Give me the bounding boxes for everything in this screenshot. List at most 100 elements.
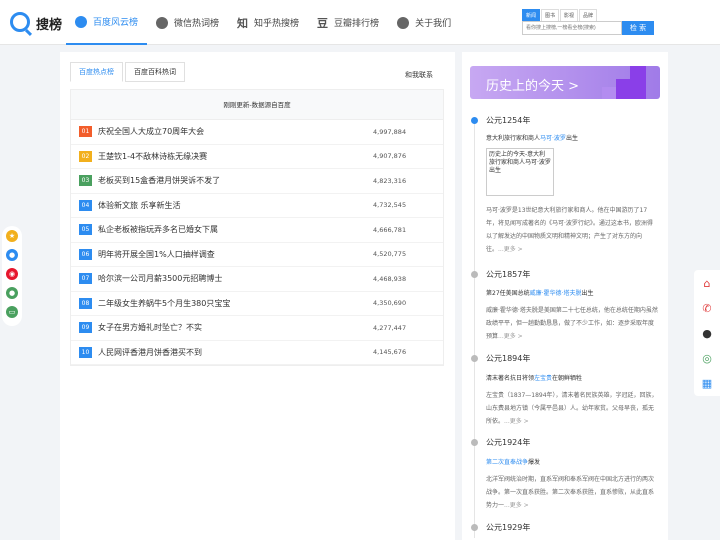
nav-item-about[interactable]: 关于我们 (388, 0, 460, 45)
tab-baike-hot[interactable]: 百度百科热词 (125, 62, 185, 82)
list-header: 刚刚更新-数据源自百度 (71, 90, 443, 120)
nav-item-label: 知乎热搜榜 (254, 19, 300, 29)
nav-item-baidu[interactable]: 百度风云榜 (66, 0, 148, 45)
item-title[interactable]: 哈尔滨一公司月薪3500元招聘博士 (98, 273, 373, 284)
wechat-icon (156, 16, 169, 29)
item-count: 4,823,316 (373, 176, 407, 185)
event-headline[interactable]: 第27任美国总统威廉·霍华德·塔夫脱出生 (486, 288, 661, 297)
douban-icon[interactable]: ▭ (6, 306, 18, 318)
event-year: 公元1857年 (486, 270, 531, 279)
weibo-icon[interactable]: ◉ (6, 268, 18, 280)
event-image[interactable]: 历史上的今天-意大利旅行家和商人马可·波罗出生 (486, 148, 554, 196)
item-title[interactable]: 女子在男方婚礼时坠亡？不实 (98, 322, 373, 333)
item-count: 4,145,676 (373, 348, 407, 357)
event-year: 公元1894年 (486, 354, 531, 363)
list-item[interactable]: 09 女子在男方婚礼时坠亡？不实 4,277,447 (71, 316, 443, 341)
event-headline[interactable]: 清末著名抗日将领左宝贵在朝鲜牺牲 (486, 373, 661, 382)
history-banner[interactable]: 历史上的今天 > (470, 66, 660, 99)
tab-baidu-hot[interactable]: 百度热点榜 (70, 62, 123, 82)
rank-badge: 06 (79, 248, 92, 260)
nav-item-douban[interactable]: 豆 豆瓣排行榜 (308, 0, 388, 45)
event-description: 马可·波罗是13世纪意大利旅行家和商人。他在中国游历了17年，将见闻写成著名的《… (486, 204, 658, 256)
rank-badge: 05 (79, 224, 92, 236)
rank-badge: 02 (79, 150, 92, 162)
headline-suffix: 出生 (565, 135, 578, 142)
list-item[interactable]: 10 人民网评香港月饼香港买不到 4,145,676 (71, 341, 443, 365)
rank-badge: 09 (79, 322, 92, 334)
contact-bar: ⌂ ✆ ● ◎ ▦ (694, 270, 720, 396)
nav-item-zhihu[interactable]: 知 知乎热搜榜 (228, 0, 308, 45)
more-link[interactable]: ...更多 > (504, 418, 529, 425)
contact-link[interactable]: 和我联系 (405, 70, 433, 80)
list-item[interactable]: 04 体验新文旅 乐享新生活 4,732,545 (71, 194, 443, 218)
search-input[interactable] (522, 21, 622, 35)
timeline-dot (471, 271, 478, 278)
wechat-icon[interactable]: ● (6, 287, 18, 299)
more-link[interactable]: ...更多 > (498, 246, 523, 253)
hot-list-panel: 百度热点榜 百度百科热词 和我联系 刚刚更新-数据源自百度 01 庆祝全国人大成立… (60, 52, 455, 540)
list-item[interactable]: 08 二年级女生养蜗牛5个月生380只宝宝 4,350,690 (71, 292, 443, 316)
timeline-line (474, 118, 475, 538)
headline-highlight[interactable]: 第二次直奉战争 (486, 459, 528, 466)
item-title[interactable]: 人民网评香港月饼香港买不到 (98, 347, 373, 358)
event-description: 左宝贵（1837—1894年），清末著名民族英雄，字冠廷，回族，山东费县地方镇（… (486, 389, 658, 428)
item-title[interactable]: 明年将开展全国1%人口抽样调查 (98, 249, 373, 260)
zhihu-icon: 知 (237, 16, 249, 30)
headline-suffix: 出生 (581, 290, 594, 297)
event-headline[interactable]: 意大利旅行家和商人马可·波罗出生 (486, 133, 661, 142)
home-icon[interactable]: ⌂ (701, 278, 713, 290)
event-headline[interactable]: 第二次直奉战争爆发 (486, 457, 661, 466)
rank-badge: 07 (79, 273, 92, 285)
share-bar: ★ ● ◉ ● ▭ (2, 226, 22, 326)
item-count: 4,666,781 (373, 225, 407, 234)
main-nav: 百度风云榜 微信热词榜 知 知乎热搜榜 豆 豆瓣排行榜 关于我们 (66, 0, 460, 45)
event-year: 公元1254年 (486, 116, 531, 125)
list-item[interactable]: 03 老板买到15盒香港月饼哭诉不发了 4,823,316 (71, 169, 443, 194)
item-count: 4,468,938 (373, 274, 407, 283)
item-title[interactable]: 庆祝全国人大成立70周年大会 (98, 126, 373, 137)
search-button[interactable]: 检 索 (622, 21, 654, 35)
header: 搜榜 百度风云榜 微信热词榜 知 知乎热搜榜 豆 豆瓣排行榜 关于我们 新闻 图… (0, 0, 720, 45)
timeline-dot (471, 439, 478, 446)
headline-prefix: 清末著名抗日将领 (486, 375, 535, 382)
item-title[interactable]: 私企老板被指玩弄多名已婚女下属 (98, 224, 373, 235)
list-item[interactable]: 07 哈尔滨一公司月薪3500元招聘博士 4,468,938 (71, 267, 443, 292)
phone-icon[interactable]: ✆ (701, 303, 713, 315)
item-title[interactable]: 二年级女生养蜗牛5个月生380只宝宝 (98, 298, 373, 309)
event-year: 公元1929年 (486, 523, 531, 532)
logo-icon[interactable] (10, 12, 30, 32)
qrcode-icon[interactable]: ▦ (701, 378, 713, 390)
list-item[interactable]: 02 王楚钦1-4不敌林诗栋无缘决赛 4,907,876 (71, 145, 443, 169)
douban-icon: 豆 (317, 16, 329, 30)
nav-item-wechat[interactable]: 微信热词榜 (147, 0, 228, 45)
list-item[interactable]: 06 明年将开展全国1%人口抽样调查 4,520,775 (71, 243, 443, 267)
headline-highlight[interactable]: 马可·波罗 (540, 135, 566, 142)
item-title[interactable]: 王楚钦1-4不敌林诗栋无缘决赛 (98, 151, 373, 162)
item-title[interactable]: 体验新文旅 乐享新生活 (98, 200, 373, 211)
timeline-dot (471, 524, 478, 531)
wechat-icon[interactable]: ◎ (701, 353, 713, 365)
event-year: 公元1924年 (486, 438, 531, 447)
headline-highlight[interactable]: 左宝贵 (534, 375, 552, 382)
event-description: 威廉·霍华德·塔夫脱是美国第二十七任总统，他在总统任期内虽然政绩平平，但一趟勤勤… (486, 304, 658, 343)
banner-bar-decoration (630, 66, 646, 99)
qq-icon[interactable]: ● (6, 249, 18, 261)
list-item[interactable]: 01 庆祝全国人大成立70周年大会 4,997,884 (71, 120, 443, 145)
nav-item-label: 微信热词榜 (174, 19, 220, 29)
banner-bar-decoration (616, 79, 630, 99)
nav-item-label: 豆瓣排行榜 (334, 19, 380, 29)
star-icon[interactable]: ★ (6, 230, 18, 242)
item-count: 4,732,545 (373, 201, 407, 210)
qq-icon[interactable]: ● (701, 328, 713, 340)
item-title[interactable]: 老板买到15盒香港月饼哭诉不发了 (98, 175, 373, 186)
item-count: 4,520,775 (373, 250, 407, 259)
more-link[interactable]: ...更多 > (498, 333, 523, 340)
nav-item-label: 关于我们 (415, 19, 452, 29)
headline-highlight[interactable]: 威廉·霍华德·塔夫脱 (530, 290, 582, 297)
headline-suffix: 在朝鲜牺牲 (552, 375, 583, 382)
hot-list: 刚刚更新-数据源自百度 01 庆祝全国人大成立70周年大会 4,997,884 02… (70, 89, 444, 366)
more-link[interactable]: ...更多 > (504, 502, 529, 509)
item-count: 4,277,447 (373, 323, 407, 332)
site-title[interactable]: 搜榜 (36, 14, 62, 33)
list-item[interactable]: 05 私企老板被指玩弄多名已婚女下属 4,666,781 (71, 218, 443, 243)
